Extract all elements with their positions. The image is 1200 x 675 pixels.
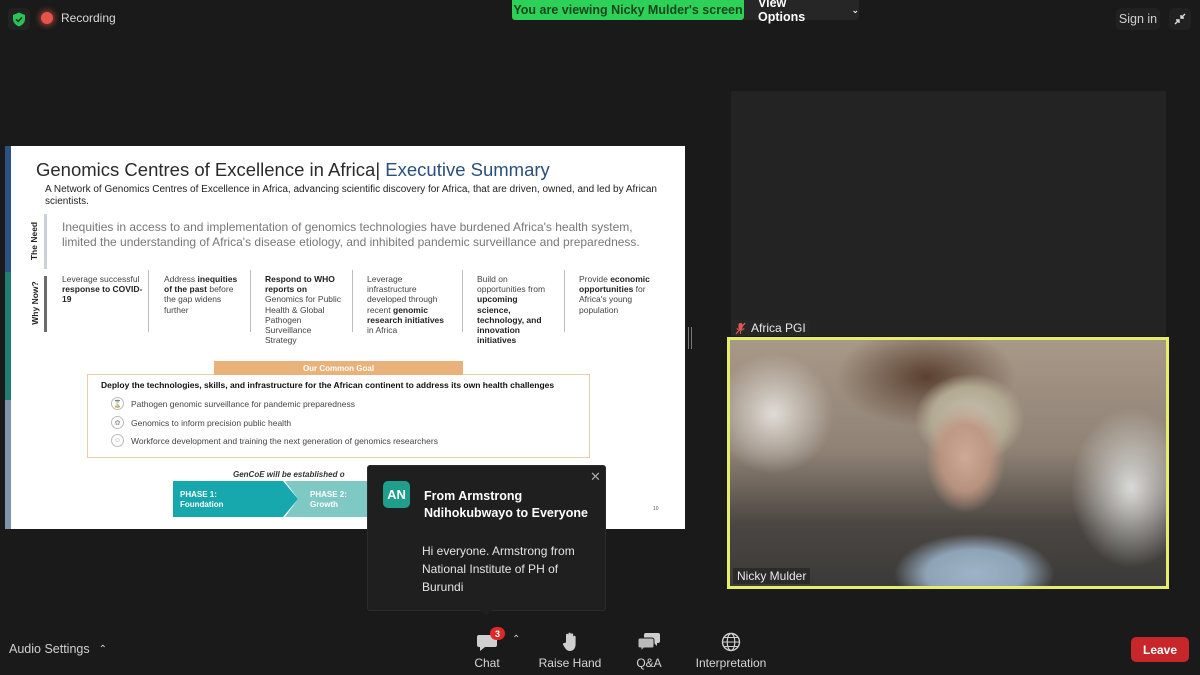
why-column: Leverage successful response to COVID-19 (62, 274, 143, 305)
view-options-label: View Options (758, 0, 806, 24)
split-view-drag-handle[interactable] (688, 327, 692, 349)
need-label: The Need (29, 221, 39, 261)
interpretation-label: Interpretation (695, 656, 767, 670)
goal-item: ⌛ Pathogen genomic surveillance for pande… (111, 397, 355, 410)
dna-icon: ✿ (111, 416, 124, 429)
view-options-button[interactable]: View Options ⌄ (744, 0, 859, 24)
slide-page-number: 10 (653, 506, 659, 512)
chevron-up-icon: ⌃ (98, 643, 107, 655)
audio-settings-label: Audio Settings (9, 642, 90, 656)
raise-hand-icon (562, 628, 578, 652)
raise-hand-button[interactable]: Raise Hand (538, 628, 602, 670)
slide-intro: A Network of Genomics Centres of Excelle… (45, 184, 657, 207)
why-separator (148, 270, 149, 332)
title-separator: | (375, 159, 386, 180)
recording-label: Recording (61, 11, 116, 25)
chat-sender-line: From Armstrong Ndihokubwayo to Everyone (424, 489, 588, 520)
why-column: Build on opportunities from upcoming sci… (477, 274, 546, 346)
muted-mic-icon (735, 322, 746, 334)
leave-button[interactable]: Leave (1131, 637, 1189, 662)
gencoe-note: GenCoE will be established o (233, 470, 345, 479)
chevron-down-icon: ⌄ (851, 4, 859, 15)
goal-item: ☺ Workforce development and training the … (111, 434, 438, 447)
slide-title: Genomics Centres of Excellence in Africa… (36, 159, 550, 181)
participant-name-tag: Nicky Mulder (733, 568, 811, 584)
phase-1-arrow: PHASE 1: Foundation (173, 481, 298, 517)
why-bar (44, 276, 47, 332)
security-shield-icon[interactable] (8, 8, 30, 30)
recording-dot-icon (41, 12, 53, 24)
chat-options-caret-icon[interactable]: ⌃ (512, 634, 520, 645)
why-separator (352, 270, 353, 332)
chat-notification-popup[interactable]: AN From Armstrong Ndihokubwayo to Everyo… (367, 465, 606, 616)
need-text: Inequities in access to and implementati… (62, 220, 640, 249)
interpretation-button[interactable]: Interpretation (692, 628, 770, 670)
chat-label: Chat (474, 656, 500, 670)
exit-fullscreen-button[interactable] (1169, 8, 1191, 30)
chat-unread-badge: 3 (490, 627, 505, 640)
participant-tile-nicky-mulder[interactable]: Nicky Mulder (727, 337, 1169, 589)
why-now-label: Why Now? (30, 281, 40, 325)
why-separator (462, 270, 463, 332)
why-column: Respond to WHO reports on Genomics for P… (265, 274, 342, 346)
why-column: Leverage infrastructure developed throug… (367, 274, 445, 336)
goal-main-text: Deploy the technologies, skills, and inf… (101, 380, 555, 390)
chat-message-text: Hi everyone. Armstrong from National Ins… (422, 544, 575, 594)
qa-label: Q&A (636, 656, 662, 670)
sender-avatar: AN (383, 481, 410, 508)
goal-header: Our Common Goal (214, 361, 463, 375)
goal-item: ✿ Genomics to inform precision public hea… (111, 416, 291, 429)
slide-title-main: Genomics Centres of Excellence in Africa (36, 159, 376, 180)
need-bar (44, 214, 47, 269)
participant-name-tag: Africa PGI (731, 320, 810, 336)
qa-button[interactable]: Q&A (633, 628, 665, 670)
participant-tile-africa-pgi[interactable]: Africa PGI (731, 91, 1166, 336)
close-icon[interactable]: ✕ (590, 469, 601, 485)
hourglass-icon: ⌛ (111, 397, 124, 410)
slide-edge-bar-grey (5, 400, 11, 529)
why-separator (564, 270, 565, 332)
slide-edge-bar-teal (5, 272, 11, 400)
globe-icon (721, 628, 741, 652)
why-separator (250, 270, 251, 332)
audio-settings-button[interactable]: Audio Settings ⌃ (9, 642, 107, 656)
sign-in-button[interactable]: Sign in (1116, 8, 1160, 30)
raise-hand-label: Raise Hand (538, 656, 602, 670)
slide-edge-bar-blue (5, 146, 11, 272)
exit-fullscreen-icon (1174, 13, 1186, 25)
qa-icon (637, 628, 661, 652)
viewing-screen-banner: You are viewing Nicky Mulder's screen (512, 0, 744, 20)
slide-title-sub: Executive Summary (385, 159, 550, 180)
why-column: Address inequities of the past before th… (164, 274, 238, 315)
training-icon: ☺ (111, 434, 124, 447)
why-column: Provide economic opportunities for Afric… (579, 274, 650, 315)
